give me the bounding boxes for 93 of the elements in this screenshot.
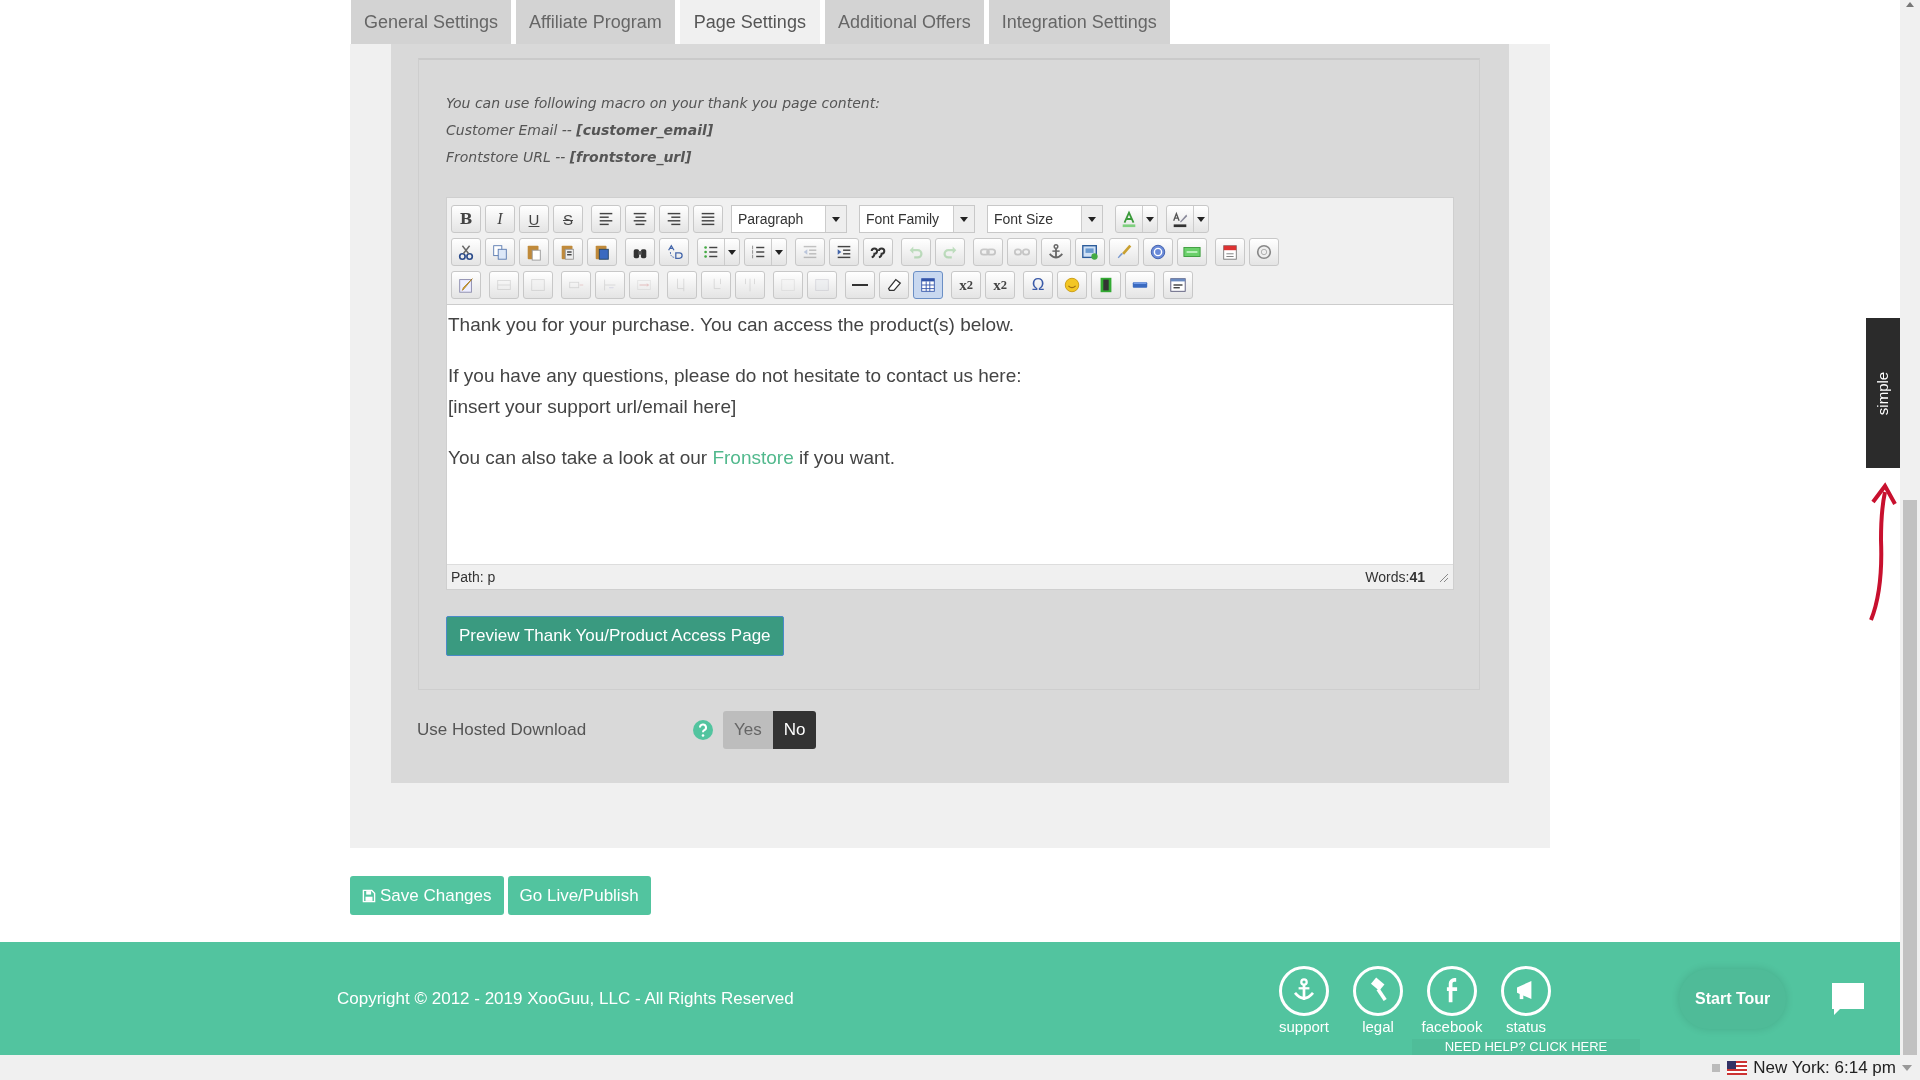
- text-color-icon: [1120, 210, 1138, 228]
- copyright-text: Copyright © 2012 - 2019 XooGuu, LLC - All Rights Reserved: [337, 988, 795, 1009]
- calendar-icon: [1221, 243, 1239, 261]
- italic-button[interactable]: I: [485, 205, 515, 233]
- highlighter-icon: [1171, 210, 1189, 228]
- image-icon: [1081, 243, 1099, 261]
- caret-icon: [1197, 216, 1205, 222]
- justify-icon: [699, 210, 717, 228]
- clipboard-icon: [593, 243, 611, 261]
- editor-paragraph: You can also take a look at our Fronstore if you want.: [448, 446, 897, 470]
- bold-button[interactable]: B: [451, 205, 481, 233]
- brush-icon: [1115, 243, 1133, 261]
- toolbar-button[interactable]: [1091, 271, 1121, 299]
- tab[interactable]: General Settings: [351, 0, 512, 44]
- toggle-option[interactable]: Yes: [723, 711, 773, 749]
- outdent-icon: [801, 243, 819, 261]
- word-count: Words:41: [1365, 569, 1425, 585]
- side-tab[interactable]: simple: [1866, 318, 1900, 468]
- dropdown[interactable]: Font Size: [987, 205, 1103, 233]
- pencil-icon: [457, 276, 475, 294]
- toolbar-button[interactable]: [863, 238, 893, 266]
- caret-icon: [1146, 216, 1154, 222]
- split-button[interactable]: [744, 238, 787, 266]
- scrollbar-thumb[interactable]: [1903, 500, 1917, 1055]
- bullet-list-icon: [702, 243, 720, 261]
- preview-button[interactable]: Preview Thank You/Product Access Page: [446, 616, 784, 656]
- toolbar-button[interactable]: [845, 271, 875, 299]
- split-button[interactable]: [1166, 205, 1209, 233]
- tab[interactable]: Page Settings: [679, 0, 820, 44]
- scroll-up-icon: [1905, 0, 1915, 8]
- split-button[interactable]: [697, 238, 740, 266]
- indent-icon: [835, 243, 853, 261]
- toolbar-button[interactable]: [693, 205, 723, 233]
- anchor-icon: [1047, 243, 1065, 261]
- toolbar-button[interactable]: [879, 271, 909, 299]
- caret-icon: [728, 249, 736, 255]
- dropdown[interactable]: Paragraph: [731, 205, 847, 233]
- horizontal-rule-icon: [851, 284, 869, 286]
- numbered-list-icon: [749, 243, 767, 261]
- align-left-icon: [597, 210, 615, 228]
- table-cell-icon: [529, 276, 547, 294]
- toolbar-button[interactable]: [625, 238, 655, 266]
- copy-icon: [491, 243, 509, 261]
- toolbar-button[interactable]: [451, 238, 481, 266]
- caret-icon: [1088, 216, 1096, 222]
- underline-button[interactable]: U: [519, 205, 549, 233]
- toggle-option[interactable]: No: [772, 711, 817, 749]
- clipboard-icon: [525, 243, 543, 261]
- facebook-logo-icon: [1445, 978, 1459, 1004]
- caret-icon: [775, 249, 783, 255]
- scissors-icon: [457, 243, 475, 261]
- clipboard-icon: [559, 243, 577, 261]
- caret-icon: [1902, 1064, 1912, 1071]
- eraser-icon: [885, 276, 903, 294]
- toolbar-button[interactable]: [587, 238, 617, 266]
- help-tab[interactable]: NEED HELP? CLICK HERE: [1412, 1039, 1640, 1055]
- caret-icon: [832, 216, 840, 222]
- element-path: Path: p: [451, 569, 496, 585]
- strikethrough-button[interactable]: S: [553, 205, 583, 233]
- link[interactable]: Fronstore: [712, 447, 794, 468]
- template-icon: [1169, 276, 1187, 294]
- publish-button[interactable]: Go Live/Publish: [507, 876, 651, 915]
- clock-text: New York: 6:14 pm: [1753, 1057, 1896, 1078]
- flag-icon: [1727, 1060, 1748, 1075]
- save-button[interactable]: Save Changes: [350, 876, 504, 915]
- tab[interactable]: Integration Settings: [988, 0, 1170, 44]
- replace-icon: [665, 243, 683, 261]
- toolbar-button[interactable]: [659, 205, 689, 233]
- macro-help-text: You can use following macro on your thank you page content:: [446, 94, 880, 113]
- toolbar-button[interactable]: [829, 238, 859, 266]
- tab[interactable]: Additional Offers: [824, 0, 984, 44]
- toolbar-button[interactable]: [591, 205, 621, 233]
- square-icon: [1711, 1062, 1722, 1073]
- start-tour-button[interactable]: Start Tour: [1679, 968, 1787, 1029]
- toolbar-button[interactable]: [1041, 238, 1071, 266]
- editor-paragraph: Thank you for your purchase. You can access the product(s) below.: [448, 313, 1016, 337]
- tab[interactable]: Affiliate Program: [516, 0, 675, 44]
- toolbar-button[interactable]: [913, 271, 943, 299]
- macro-line: Customer Email -- [customer_email]: [446, 121, 714, 141]
- table-icon: [919, 276, 937, 294]
- toolbar-button[interactable]: [1075, 238, 1105, 266]
- align-center-icon: [631, 210, 649, 228]
- chat-bubble-icon[interactable]: [1830, 980, 1867, 1017]
- align-right-icon: [665, 210, 683, 228]
- editor-paragraph: If you have any questions, please do not hesitate to contact us here: [insert your support url/email here]: [448, 364, 1023, 419]
- toolbar-button[interactable]: [625, 205, 655, 233]
- resize-grip-icon: [1437, 571, 1449, 583]
- setting-label: Use Hosted Download: [417, 720, 588, 740]
- caret-icon: [960, 216, 968, 222]
- macro-line: Frontstore URL -- [frontstore_url]: [446, 148, 692, 168]
- smiley-icon: [1063, 276, 1081, 294]
- dropdown[interactable]: Font Family: [859, 205, 975, 233]
- special-character-button[interactable]: Ω: [1023, 271, 1053, 299]
